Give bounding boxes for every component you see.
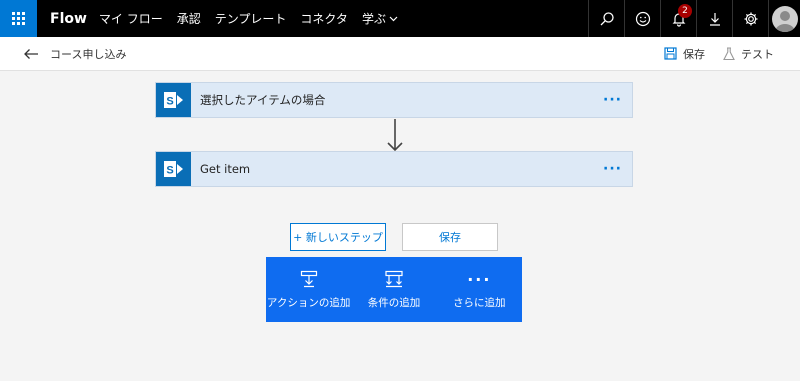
nav-my-flows[interactable]: マイ フロー	[99, 10, 163, 27]
sharepoint-icon: S	[156, 83, 191, 117]
add-action-label: アクションの追加	[266, 297, 351, 309]
nav-templates[interactable]: テンプレート	[215, 10, 287, 27]
save-button[interactable]: 保存	[402, 223, 498, 251]
search-icon	[600, 11, 614, 25]
chevron-down-icon	[389, 16, 398, 21]
test-command-button[interactable]: テスト	[723, 46, 774, 62]
trigger-step-card[interactable]: S 選択したアイテムの場合 ···	[155, 82, 633, 118]
arrow-down-icon	[387, 119, 403, 152]
add-more-label: さらに追加	[453, 297, 506, 309]
gear-icon	[744, 12, 757, 25]
step-title: Get item	[200, 162, 251, 176]
command-bar: コース申し込み 保存 テスト	[0, 37, 800, 71]
save-icon	[664, 47, 677, 60]
top-nav: Flow マイ フロー 承認 テンプレート コネクタ 学ぶ 2	[0, 0, 800, 37]
command-actions: 保存 テスト	[646, 46, 774, 62]
settings-button[interactable]	[732, 0, 768, 37]
account-button[interactable]	[768, 0, 800, 37]
nav-approvals[interactable]: 承認	[177, 10, 201, 27]
nav-learn-label: 学ぶ	[361, 12, 386, 26]
app-launcher-button[interactable]	[0, 0, 37, 37]
back-button[interactable]	[22, 45, 40, 63]
notification-badge: 2	[678, 4, 692, 18]
nav-learn[interactable]: 学ぶ	[362, 10, 398, 27]
step-title: 選択したアイテムの場合	[200, 93, 326, 107]
sharepoint-icon: S	[156, 152, 191, 186]
more-icon: ···	[467, 269, 491, 289]
brand-logo[interactable]: Flow	[50, 11, 87, 27]
save-command-button[interactable]: 保存	[664, 46, 705, 62]
user-icon	[774, 10, 795, 32]
save-command-label: 保存	[683, 47, 705, 61]
search-button[interactable]	[588, 0, 624, 37]
add-condition-button[interactable]: 条件の追加	[351, 257, 436, 322]
get-item-step-card[interactable]: S Get item ···	[155, 151, 633, 187]
waffle-icon	[12, 12, 25, 25]
step-more-button[interactable]: ···	[603, 161, 622, 177]
new-step-menu: アクションの追加 条件の追加 ··· さらに追加	[266, 257, 522, 322]
test-command-label: テスト	[741, 47, 774, 61]
add-condition-label: 条件の追加	[367, 297, 421, 309]
add-action-button[interactable]: アクションの追加	[266, 257, 351, 322]
step-more-button[interactable]: ···	[603, 92, 622, 108]
avatar	[771, 5, 798, 32]
nav-connectors[interactable]: コネクタ	[300, 10, 348, 27]
download-button[interactable]	[696, 0, 732, 37]
download-icon	[709, 12, 720, 26]
notifications-button[interactable]: 2	[660, 0, 696, 37]
svg-text:S: S	[166, 165, 173, 177]
flask-icon	[723, 46, 735, 60]
add-more-button[interactable]: ··· さらに追加	[437, 257, 522, 322]
more-glyph: ···	[467, 269, 492, 289]
flow-name: コース申し込み	[50, 47, 127, 61]
add-action-icon	[300, 269, 318, 289]
new-step-button[interactable]: + 新しいステップ	[290, 223, 386, 251]
smiley-icon	[635, 11, 650, 26]
add-condition-icon	[384, 269, 404, 289]
arrow-left-icon	[24, 48, 38, 59]
feedback-button[interactable]	[624, 0, 660, 37]
svg-text:S: S	[166, 96, 173, 108]
